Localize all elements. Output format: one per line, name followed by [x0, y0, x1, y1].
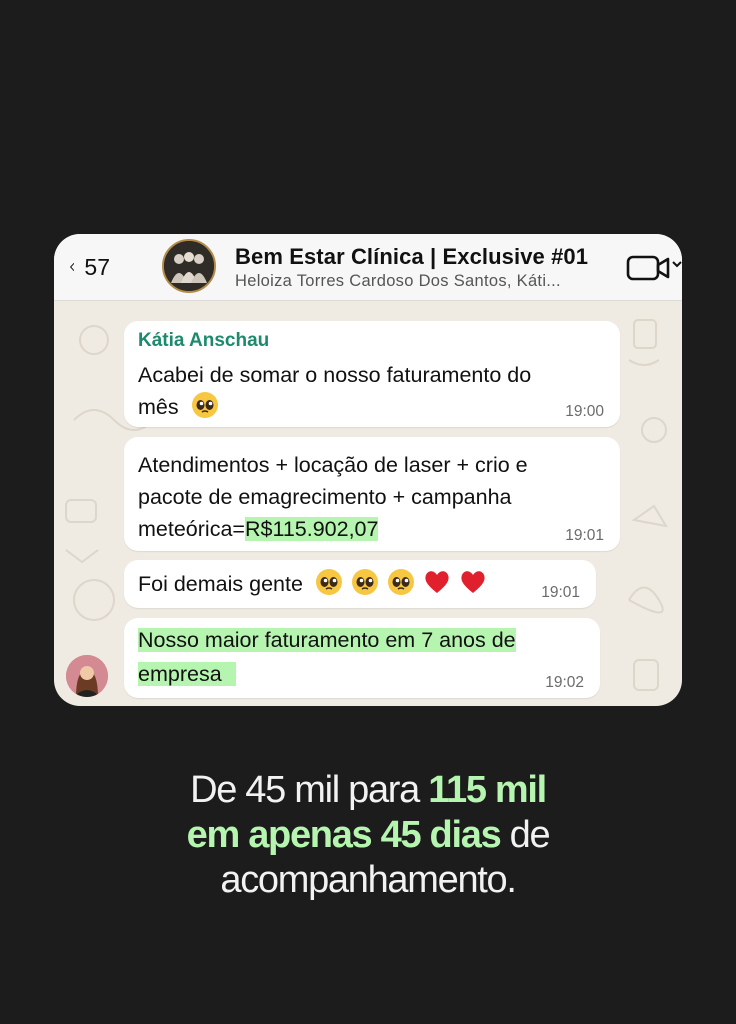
message-bubble[interactable]: Kátia Anschau Acabei de somar o nosso fa… — [124, 321, 620, 427]
message-line: meteórica= — [138, 517, 245, 541]
caption-line-1: De 45 mil para 115 mil — [0, 768, 736, 813]
sender-photo — [66, 655, 108, 697]
message-bubble[interactable]: Foi demais gente 19:01 — [124, 560, 596, 608]
pleading-face-emoji — [315, 569, 342, 595]
back-button[interactable]: 57 — [70, 252, 110, 282]
message-bubble[interactable]: Nosso maior faturamento em 7 anos de emp… — [124, 618, 600, 698]
chat-header: 57 Bem Estar Clínica | Exclusive #01 Hel… — [54, 234, 682, 301]
group-photo — [164, 241, 214, 291]
revenue-amount: R$115.902,07 — [244, 517, 379, 541]
chat-participants[interactable]: Heloiza Torres Cardoso Dos Santos, Káti.… — [235, 272, 561, 291]
unread-count: 57 — [84, 253, 110, 280]
message-sender: Kátia Anschau — [138, 330, 270, 351]
caption-text: De 45 mil para — [190, 769, 429, 811]
message-bubble[interactable]: Atendimentos + locação de laser + crio e… — [124, 437, 620, 551]
caption-line-3: acompanhamento. — [0, 858, 736, 903]
message-time: 19:00 — [565, 403, 604, 420]
chat-screenshot: 57 Bem Estar Clínica | Exclusive #01 Hel… — [54, 234, 682, 706]
chevron-left-icon — [70, 263, 75, 271]
red-heart-emoji — [461, 571, 485, 593]
caption-text: de — [500, 814, 551, 856]
message-line: Acabei de somar o nosso faturamento do — [138, 363, 532, 387]
video-call-icon[interactable] — [626, 254, 682, 282]
pleading-face-emoji — [387, 569, 414, 595]
message-line: Atendimentos + locação de laser + crio e — [138, 453, 528, 477]
message-line: pacote de emagrecimento + campanha — [138, 485, 512, 509]
message-line: empresa — [138, 662, 236, 686]
group-avatar[interactable] — [162, 239, 216, 293]
message-time: 19:01 — [565, 527, 604, 544]
message-line: mês — [138, 395, 179, 419]
message-text: Foi demais gente — [138, 572, 303, 596]
message-time: 19:01 — [541, 584, 580, 601]
caption-text: acompanhamento. — [220, 859, 517, 901]
red-heart-emoji — [425, 571, 449, 593]
pleading-face-emoji — [191, 392, 218, 418]
chat-title[interactable]: Bem Estar Clínica | Exclusive #01 — [235, 244, 588, 270]
caption-line-2: em apenas 45 dias de — [0, 813, 736, 858]
message-time: 19:02 — [545, 674, 584, 691]
caption-highlight: em apenas 45 dias — [186, 814, 502, 856]
sender-avatar[interactable] — [66, 655, 108, 697]
pleading-face-emoji — [351, 569, 378, 595]
caption-highlight: 115 mil — [428, 769, 547, 811]
message-line: Nosso maior faturamento em 7 anos de — [138, 628, 516, 652]
